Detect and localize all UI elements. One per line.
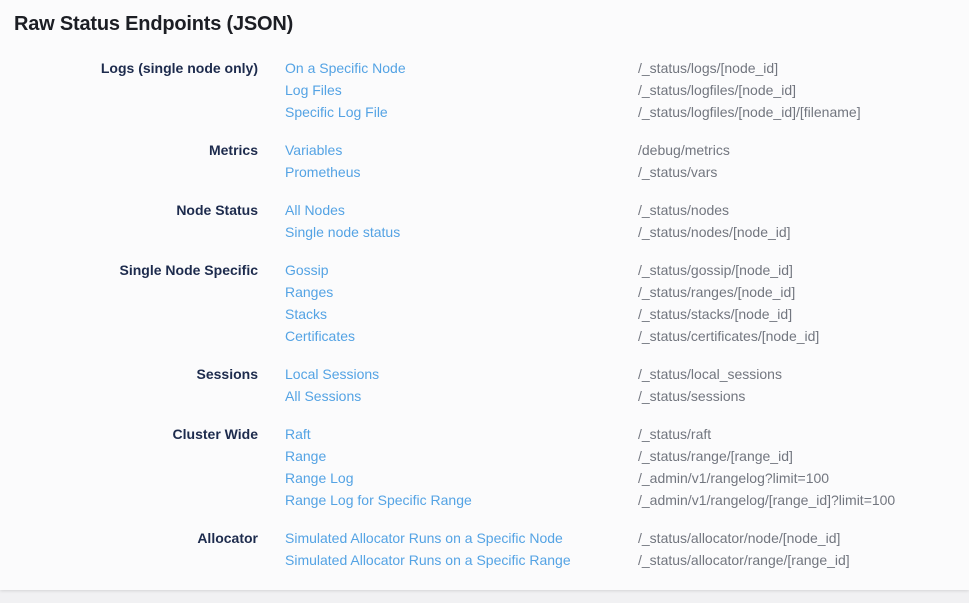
- endpoint-path: /_admin/v1/rangelog?limit=100: [638, 467, 969, 489]
- endpoint-link[interactable]: Specific Log File: [285, 101, 611, 123]
- endpoint-path: /_status/logfiles/[node_id]/[filename]: [638, 101, 969, 123]
- endpoint-link[interactable]: Simulated Allocator Runs on a Specific R…: [285, 549, 611, 571]
- endpoint-path: /_status/range/[range_id]: [638, 445, 969, 467]
- endpoint-link[interactable]: Log Files: [285, 79, 611, 101]
- endpoint-section: Single Node Specific Gossip /_status/gossi…: [0, 259, 969, 347]
- endpoint-path: /debug/metrics: [638, 139, 969, 161]
- endpoint-path: /_status/sessions: [638, 385, 969, 407]
- section-category-label: Node Status: [0, 199, 258, 221]
- section-category-label: Logs (single node only): [0, 57, 258, 79]
- endpoint-link[interactable]: Gossip: [285, 259, 611, 281]
- endpoint-sections: Logs (single node only) On a Specific Nod…: [0, 36, 969, 571]
- endpoint-path: /_status/nodes/[node_id]: [638, 221, 969, 243]
- endpoint-section: Metrics Variables/debug/metrics Prometheus…: [0, 139, 969, 183]
- endpoint-section: Allocator Simulated Allocator Runs on a S…: [0, 527, 969, 571]
- endpoint-path: /_status/vars: [638, 161, 969, 183]
- endpoint-path: /_status/raft: [638, 423, 969, 445]
- endpoint-link[interactable]: Single node status: [285, 221, 611, 243]
- endpoint-path: /_status/nodes: [638, 199, 969, 221]
- endpoint-path: /_status/certificates/[node_id]: [638, 325, 969, 347]
- endpoint-link[interactable]: On a Specific Node: [285, 57, 611, 79]
- endpoint-link[interactable]: Certificates: [285, 325, 611, 347]
- section-category-label: Sessions: [0, 363, 258, 385]
- endpoint-path: /_admin/v1/rangelog/[range_id]?limit=100: [638, 489, 969, 511]
- endpoint-link[interactable]: All Sessions: [285, 385, 611, 407]
- section-category-label: Single Node Specific: [0, 259, 258, 281]
- endpoint-link[interactable]: Simulated Allocator Runs on a Specific N…: [285, 527, 611, 549]
- endpoint-path: /_status/ranges/[node_id]: [638, 281, 969, 303]
- endpoint-link[interactable]: All Nodes: [285, 199, 611, 221]
- endpoint-link[interactable]: Range Log: [285, 467, 611, 489]
- endpoint-path: /_status/local_sessions: [638, 363, 969, 385]
- debug-page-panel: Raw Status Endpoints (JSON) Logs (single…: [0, 0, 969, 590]
- endpoint-path: /_status/allocator/range/[range_id]: [638, 549, 969, 571]
- endpoint-path: /_status/logfiles/[node_id]: [638, 79, 969, 101]
- endpoint-path: /_status/gossip/[node_id]: [638, 259, 969, 281]
- endpoint-link[interactable]: Stacks: [285, 303, 611, 325]
- page-title: Raw Status Endpoints (JSON): [0, 0, 969, 36]
- endpoint-link[interactable]: Ranges: [285, 281, 611, 303]
- endpoint-link[interactable]: Local Sessions: [285, 363, 611, 385]
- endpoint-section: Logs (single node only) On a Specific Nod…: [0, 57, 969, 123]
- section-category-label: Allocator: [0, 527, 258, 549]
- endpoint-link[interactable]: Range: [285, 445, 611, 467]
- endpoint-path: /_status/allocator/node/[node_id]: [638, 527, 969, 549]
- section-category-label: Metrics: [0, 139, 258, 161]
- endpoint-section: Cluster Wide Raft /_status/raft Range /_stat…: [0, 423, 969, 511]
- endpoint-section: Node Status All Nodes /_status/nodes Single…: [0, 199, 969, 243]
- endpoint-path: /_status/logs/[node_id]: [638, 57, 969, 79]
- page-footer-strip: [0, 590, 969, 603]
- endpoint-path: /_status/stacks/[node_id]: [638, 303, 969, 325]
- endpoint-link[interactable]: Raft: [285, 423, 611, 445]
- section-category-label: Cluster Wide: [0, 423, 258, 445]
- endpoint-section: Sessions Local Sessions /_status/local_ses…: [0, 363, 969, 407]
- endpoint-link[interactable]: Variables: [285, 139, 611, 161]
- endpoint-link[interactable]: Prometheus: [285, 161, 611, 183]
- endpoint-link[interactable]: Range Log for Specific Range: [285, 489, 611, 511]
